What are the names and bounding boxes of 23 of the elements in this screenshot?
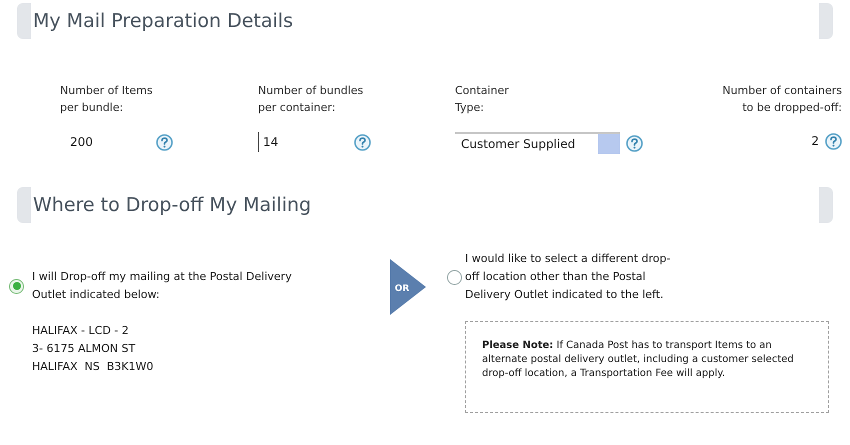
- radio-button[interactable]: [9, 278, 24, 294]
- container-type-select[interactable]: Customer Supplied: [455, 132, 620, 154]
- option-label: I would like to select a different drop-off location other than the Postal Delivery Outlet indicated to the left.: [465, 251, 672, 303]
- note-text: Please Note: If Canada Post has to transport Items to an alternate postal delivery outlet, including a customer selected drop-off location, a Transportation Fee will apply.: [482, 339, 795, 381]
- field-label: Number of containers to be dropped-off:: [722, 83, 842, 116]
- help-icon[interactable]: [626, 134, 643, 152]
- header-cap: [819, 187, 833, 223]
- or-arrow-icon: OR: [390, 259, 426, 315]
- option-label: I will Drop-off my mailing at the Postal Delivery Outlet indicated below:: [32, 269, 293, 303]
- help-icon[interactable]: [825, 132, 842, 150]
- field-label: Number of Items per bundle:: [60, 83, 154, 116]
- header-cap: [819, 3, 833, 39]
- help-icon[interactable]: [156, 134, 173, 150]
- section-title: Where to Drop-off My Mailing: [32, 193, 312, 218]
- containers-value: 2: [811, 133, 819, 150]
- section-title: My Mail Preparation Details: [32, 9, 294, 34]
- header-cap: [17, 3, 31, 39]
- radio-button[interactable]: [447, 270, 462, 284]
- address-text: HALIFAX - LCD - 2 3- 6175 ALMON ST HALIFAX NS B3K1W0: [31, 323, 154, 375]
- field-label: Container Type:: [455, 83, 510, 116]
- field-label: Number of bundles per container:: [258, 83, 364, 116]
- help-icon[interactable]: [354, 134, 371, 150]
- header-cap: [17, 187, 31, 223]
